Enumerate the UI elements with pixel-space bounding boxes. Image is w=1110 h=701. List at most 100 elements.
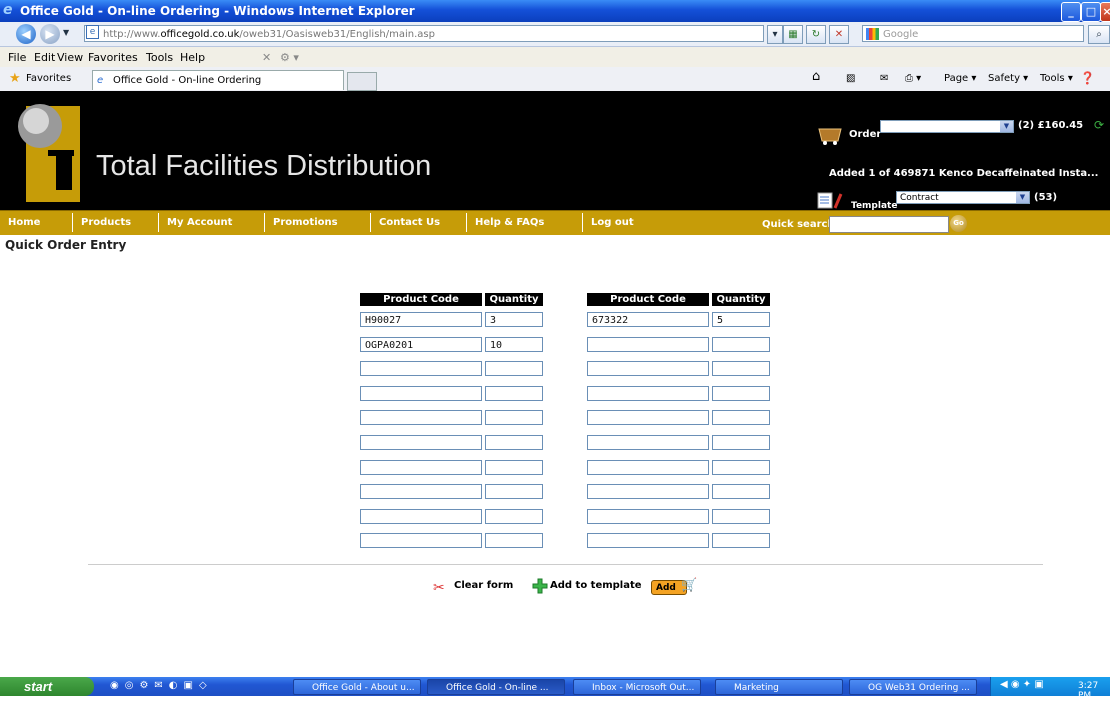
nav-home[interactable]: Home	[0, 213, 72, 232]
new-tab-button[interactable]	[347, 72, 377, 91]
quick-launch-icons[interactable]: ◉◎⚙✉◐▣◇	[110, 680, 213, 691]
clear-form-icon[interactable]: ✂	[433, 580, 445, 596]
left-product-code-input[interactable]	[360, 459, 482, 475]
right-quantity-input[interactable]	[712, 410, 770, 426]
mail-icon[interactable]: ✉	[880, 73, 888, 84]
close-button[interactable]: ×	[1100, 2, 1110, 22]
menu-favorites[interactable]: Favorites	[88, 51, 138, 64]
left-quantity-input[interactable]: 3	[485, 312, 543, 327]
menu-tools[interactable]: Tools	[146, 51, 173, 64]
compat-view-icon[interactable]: ▦	[783, 25, 803, 44]
search-icon[interactable]: ⌕	[1088, 25, 1110, 44]
left-quantity-input[interactable]	[485, 385, 543, 401]
right-quantity-input[interactable]	[712, 336, 770, 352]
quick-search-input[interactable]	[829, 216, 949, 233]
taskbar-item-inbox[interactable]: Inbox - Microsoft Out...	[573, 679, 701, 695]
help-icon[interactable]: ❓	[1080, 71, 1095, 85]
home-icon[interactable]: ⌂	[812, 69, 820, 84]
right-quantity-input[interactable]	[712, 508, 770, 524]
right-quantity-input[interactable]: 5	[712, 312, 770, 327]
left-product-code-input[interactable]	[360, 484, 482, 500]
taskbar-item-ordering[interactable]: Office Gold - On-line ...	[427, 679, 565, 695]
right-quantity-input[interactable]	[712, 361, 770, 377]
left-quantity-input[interactable]	[485, 361, 543, 377]
left-product-code-input[interactable]	[360, 435, 482, 450]
clear-form-button[interactable]: Clear form	[454, 580, 513, 591]
search-input[interactable]: Google	[862, 25, 1084, 42]
right-product-code-input[interactable]	[587, 459, 709, 475]
start-button[interactable]: start	[0, 677, 94, 696]
stop-icon[interactable]: ✕	[829, 25, 849, 44]
site-logo[interactable]	[18, 92, 80, 202]
order-summary[interactable]: (2) £160.45	[1018, 120, 1083, 131]
right-product-code-input[interactable]	[587, 533, 709, 549]
nav-log-out[interactable]: Log out	[582, 213, 682, 232]
left-product-code-input[interactable]	[360, 410, 482, 426]
menu-help[interactable]: Help	[180, 51, 205, 64]
right-product-code-input[interactable]	[587, 508, 709, 524]
nav-promotions[interactable]: Promotions	[264, 213, 370, 232]
right-quantity-input[interactable]	[712, 484, 770, 500]
nav-help-faqs[interactable]: Help & FAQs	[466, 213, 582, 232]
print-icon[interactable]: ⎙ ▾	[905, 73, 921, 84]
left-quantity-input[interactable]	[485, 484, 543, 500]
menu-view[interactable]: View	[57, 51, 83, 64]
nav-contact-us[interactable]: Contact Us	[370, 213, 466, 232]
left-product-code-input[interactable]	[360, 533, 482, 549]
template-icon[interactable]	[817, 192, 845, 210]
right-quantity-input[interactable]	[712, 459, 770, 475]
left-product-code-input[interactable]: H90027	[360, 312, 482, 327]
right-product-code-input[interactable]: 673322	[587, 312, 709, 327]
taskbar-item-og-web31[interactable]: OG Web31 Ordering ...	[849, 679, 977, 695]
toolbar-options-icon[interactable]: ⚙ ▾	[280, 51, 299, 64]
left-product-code-input[interactable]: OGPA0201	[360, 336, 482, 352]
menu-edit[interactable]: Edit	[34, 51, 55, 64]
address-bar[interactable]: http://www.officegold.co.uk/oweb31/Oasis…	[84, 25, 764, 42]
add-to-template-button[interactable]: Add to template	[550, 580, 642, 591]
right-product-code-input[interactable]	[587, 410, 709, 426]
add-to-template-icon[interactable]	[532, 578, 548, 594]
minimize-button[interactable]: _	[1061, 2, 1081, 22]
history-dropdown-icon[interactable]: ▼	[63, 28, 69, 37]
left-quantity-input[interactable]: 10	[485, 336, 543, 352]
left-quantity-input[interactable]	[485, 410, 543, 426]
feeds-icon[interactable]: ▨	[846, 73, 855, 84]
address-dropdown-icon[interactable]: ▾	[767, 25, 783, 44]
right-product-code-input[interactable]	[587, 361, 709, 377]
nav-my-account[interactable]: My Account	[158, 213, 264, 232]
refresh-order-icon[interactable]: ⟳	[1094, 118, 1104, 132]
right-quantity-input[interactable]	[712, 435, 770, 450]
taskbar-item-marketing[interactable]: Marketing	[715, 679, 843, 695]
right-quantity-input[interactable]	[712, 533, 770, 549]
right-product-code-input[interactable]	[587, 435, 709, 450]
left-quantity-input[interactable]	[485, 508, 543, 524]
page-menu[interactable]: Page ▾	[944, 73, 976, 84]
right-product-code-input[interactable]	[587, 484, 709, 500]
back-button[interactable]: ◀	[16, 24, 36, 44]
right-quantity-input[interactable]	[712, 385, 770, 401]
taskbar-item-about[interactable]: Office Gold - About u...	[293, 679, 421, 695]
left-product-code-input[interactable]	[360, 361, 482, 377]
left-product-code-input[interactable]	[360, 385, 482, 401]
order-select[interactable]: ▼	[880, 120, 1014, 133]
left-quantity-input[interactable]	[485, 435, 543, 450]
template-select[interactable]: Contract ▼	[896, 191, 1030, 204]
right-product-code-input[interactable]	[587, 336, 709, 352]
left-product-code-input[interactable]	[360, 508, 482, 524]
nav-products[interactable]: Products	[72, 213, 158, 232]
left-quantity-input[interactable]	[485, 459, 543, 475]
cart-icon[interactable]	[817, 124, 843, 146]
browser-tab[interactable]: e Office Gold - On-line Ordering	[92, 70, 344, 90]
go-button[interactable]: Go	[950, 215, 967, 232]
close-toolbar-icon[interactable]: ✕	[262, 51, 271, 64]
favorites-button[interactable]: Favorites	[26, 73, 71, 84]
tools-menu[interactable]: Tools ▾	[1040, 73, 1073, 84]
maximize-button[interactable]: □	[1081, 2, 1101, 22]
menu-file[interactable]: File	[8, 51, 26, 64]
left-quantity-input[interactable]	[485, 533, 543, 549]
tray-icons[interactable]: ◀ ◉ ✦ ▣	[1000, 679, 1044, 690]
refresh-icon[interactable]: ↻	[806, 25, 826, 44]
right-product-code-input[interactable]	[587, 385, 709, 401]
forward-button[interactable]: ▶	[40, 24, 60, 44]
safety-menu[interactable]: Safety ▾	[988, 73, 1028, 84]
